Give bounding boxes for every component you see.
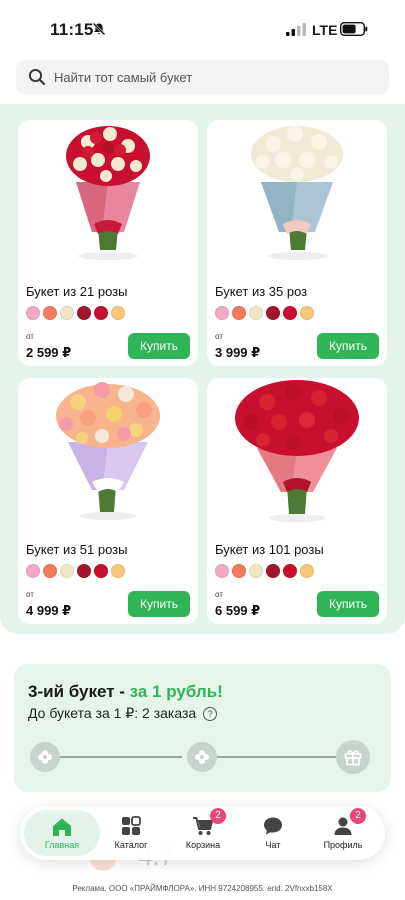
price-prefix: от xyxy=(215,590,223,599)
catalog-icon xyxy=(122,816,141,835)
color-swatch[interactable] xyxy=(215,564,229,578)
color-swatch[interactable] xyxy=(60,564,74,578)
chat-icon xyxy=(264,817,282,835)
product-title: Букет из 51 розы xyxy=(26,542,128,557)
product-title: Букет из 35 роз xyxy=(215,284,308,299)
nav-label: Чат xyxy=(265,840,281,850)
status-time: 11:15 xyxy=(50,20,94,39)
price-prefix: от xyxy=(215,332,223,341)
product-image xyxy=(66,126,150,260)
price-prefix: от xyxy=(26,590,34,599)
battery-icon xyxy=(340,22,368,36)
color-swatch[interactable] xyxy=(283,564,297,578)
color-swatch[interactable] xyxy=(26,564,40,578)
ad-disclaimer: Реклама. ООО «ПРАЙМФЛОРА». ИНН 972420895… xyxy=(72,884,333,893)
product-image xyxy=(235,380,359,522)
search-bar xyxy=(0,58,405,104)
search-box[interactable] xyxy=(16,60,389,94)
color-swatch[interactable] xyxy=(232,564,246,578)
loyalty-promo-card[interactable]: 3-ий букет - за 1 рубль! До букета за 1 … xyxy=(14,664,391,792)
nav-label: Каталог xyxy=(114,840,148,850)
info-icon[interactable]: ? xyxy=(203,707,218,721)
product-card[interactable]: Букет из 21 розы от 2 599 ₽ Купить xyxy=(18,120,198,366)
color-swatch[interactable] xyxy=(300,306,314,320)
color-swatch[interactable] xyxy=(43,564,57,578)
color-swatch[interactable] xyxy=(77,564,91,578)
color-swatch[interactable] xyxy=(26,306,40,320)
promo-title-accent: за 1 рубль! xyxy=(129,682,223,701)
color-swatch[interactable] xyxy=(94,306,108,320)
progress-step xyxy=(187,742,217,772)
signal-icon xyxy=(286,23,306,36)
product-title: Букет из 21 розы xyxy=(26,284,128,299)
nav-profile[interactable]: 2 Профиль xyxy=(308,806,378,860)
flower-icon xyxy=(38,750,52,764)
buy-button[interactable]: Купить xyxy=(317,333,379,359)
color-swatch[interactable] xyxy=(77,306,91,320)
nav-label: Главная xyxy=(44,840,80,850)
color-swatch[interactable] xyxy=(60,306,74,320)
search-icon xyxy=(28,68,45,85)
color-swatch[interactable] xyxy=(266,564,280,578)
nav-home[interactable]: Главная xyxy=(24,810,100,856)
nav-label: Профиль xyxy=(323,840,363,850)
nav-catalog[interactable]: Каталог xyxy=(96,806,166,860)
color-swatch[interactable] xyxy=(249,564,263,578)
cart-badge: 2 xyxy=(210,808,226,824)
product-price: 3 999 ₽ xyxy=(215,345,261,360)
color-swatches xyxy=(215,306,314,320)
product-image xyxy=(56,382,160,520)
profile-badge: 2 xyxy=(350,808,366,824)
color-swatch[interactable] xyxy=(283,306,297,320)
gift-icon xyxy=(344,750,362,766)
product-image xyxy=(251,126,343,260)
bell-muted-icon xyxy=(92,22,106,36)
progress-line xyxy=(216,756,340,758)
promo-title-main: 3-ий букет - xyxy=(28,682,130,701)
color-swatches xyxy=(26,306,125,320)
nav-label: Корзина xyxy=(185,840,221,850)
product-price: 6 599 ₽ xyxy=(215,603,261,618)
color-swatch[interactable] xyxy=(300,564,314,578)
product-price: 4 999 ₽ xyxy=(26,603,72,618)
nav-chat[interactable]: Чат xyxy=(238,806,308,860)
color-swatch[interactable] xyxy=(111,306,125,320)
buy-button[interactable]: Купить xyxy=(128,591,190,617)
buy-button[interactable]: Купить xyxy=(128,333,190,359)
network-label: LTE xyxy=(312,22,338,38)
promo-subtitle: До букета за 1 ₽: 2 заказа ? xyxy=(28,705,218,722)
flower-icon xyxy=(195,750,209,764)
promo-subtitle-text: До букета за 1 ₽: 2 заказа xyxy=(28,705,197,721)
color-swatch[interactable] xyxy=(43,306,57,320)
progress-reward xyxy=(336,740,370,774)
nav-cart[interactable]: 2 Корзина xyxy=(168,806,238,860)
product-title: Букет из 101 розы xyxy=(215,542,324,557)
color-swatch[interactable] xyxy=(111,564,125,578)
status-bar: 11:15 LTE xyxy=(0,0,405,58)
product-card[interactable]: Букет из 101 розы от 6 599 ₽ Купить xyxy=(207,378,387,624)
search-input[interactable] xyxy=(54,60,374,94)
bottom-navigation: Главная Каталог 2 Корзина Чат 2 Профиль xyxy=(20,806,385,860)
color-swatch[interactable] xyxy=(215,306,229,320)
color-swatches xyxy=(215,564,314,578)
color-swatches xyxy=(26,564,125,578)
product-card[interactable]: Букет из 51 розы от 4 999 ₽ Купить xyxy=(18,378,198,624)
color-swatch[interactable] xyxy=(249,306,263,320)
color-swatch[interactable] xyxy=(232,306,246,320)
product-card[interactable]: Букет из 35 роз от 3 999 ₽ Купить xyxy=(207,120,387,366)
buy-button[interactable]: Купить xyxy=(317,591,379,617)
progress-line xyxy=(58,756,182,758)
price-prefix: от xyxy=(26,332,34,341)
product-price: 2 599 ₽ xyxy=(26,345,72,360)
promo-title: 3-ий букет - за 1 рубль! xyxy=(28,682,223,702)
progress-step xyxy=(30,742,60,772)
home-icon xyxy=(53,818,71,836)
color-swatch[interactable] xyxy=(94,564,108,578)
color-swatch[interactable] xyxy=(266,306,280,320)
